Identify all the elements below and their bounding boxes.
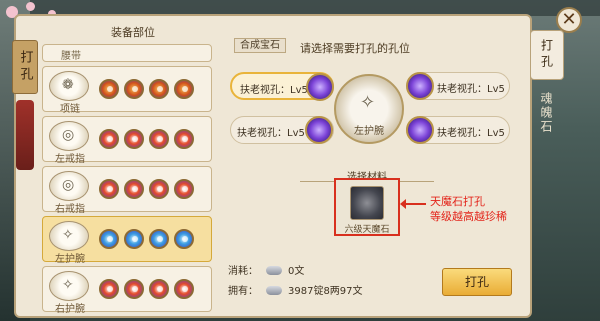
- selected-equipment-name: 左护腕: [354, 126, 384, 137]
- gem-hole[interactable]: 扶老视孔：Lv5: [230, 116, 334, 144]
- ring-icon: ◎: [49, 121, 89, 151]
- hole-label: 扶老视孔：Lv5: [437, 84, 505, 95]
- equipment-slot-list[interactable]: 腰带 ❁ 项链 ◎ 左戒指 ◎ 右戒指 ✧ 左护腕 ✧ 右护腕: [38, 44, 214, 320]
- silver-icon: [266, 266, 282, 275]
- gem-icon: [149, 279, 169, 299]
- cost-row: 消耗： 0文: [228, 262, 304, 277]
- cost-label: 消耗：: [228, 266, 258, 277]
- equipment-slot[interactable]: ❁ 项链: [42, 66, 212, 115]
- purple-gem-icon: [406, 72, 434, 100]
- list-title: 装备部位: [111, 26, 155, 39]
- demon-stone-icon: [350, 186, 384, 220]
- annotation-arrow: [400, 199, 426, 209]
- annotation-text: 天魔石打孔 等级越高越珍稀: [430, 194, 507, 224]
- equipment-slot[interactable]: 腰带: [42, 44, 212, 62]
- instruction-text: 请选择需要打孔的孔位: [300, 42, 410, 55]
- slot-name: 左戒指: [55, 154, 85, 165]
- slot-name: 腰带: [61, 51, 81, 62]
- gem-icon: [149, 129, 169, 149]
- gem-icon: [124, 179, 144, 199]
- purple-gem-icon: [406, 116, 434, 144]
- selected-equipment-display: ✧ 左护腕: [334, 74, 404, 144]
- gem-icon: [99, 129, 119, 149]
- bracer-icon: ✧: [360, 92, 376, 113]
- gem-icon: [99, 179, 119, 199]
- cost-value: 0文: [288, 266, 305, 277]
- blossom-decoration: [26, 2, 35, 11]
- slot-name: 右护腕: [55, 304, 85, 315]
- knot-decoration: [16, 100, 34, 170]
- tab-dig[interactable]: 打孔: [530, 30, 564, 80]
- gem-icon: [149, 179, 169, 199]
- hole-label: 扶老视孔：Lv5: [240, 85, 308, 96]
- gem-icon: [149, 229, 169, 249]
- slot-name: 右戒指: [55, 204, 85, 215]
- gem-icon: [124, 229, 144, 249]
- own-row: 拥有： 3987锭8两97文: [228, 282, 363, 297]
- purple-gem-icon: [305, 116, 333, 144]
- annotation-line: 天魔石打孔: [430, 195, 485, 208]
- gem-icon: [174, 79, 194, 99]
- gem-icon: [124, 279, 144, 299]
- gem-icon: [174, 129, 194, 149]
- slot-name: 项链: [60, 104, 80, 115]
- tab-soul-stone[interactable]: 魂魄石: [538, 92, 555, 134]
- gem-icon: [149, 79, 169, 99]
- gem-icon: [174, 279, 194, 299]
- gem-icon: [124, 129, 144, 149]
- gem-icon: [174, 179, 194, 199]
- own-label: 拥有：: [228, 286, 258, 297]
- ring-icon: ◎: [49, 171, 89, 201]
- hole-label: 扶老视孔：Lv5: [237, 128, 305, 139]
- gem-icon: [99, 279, 119, 299]
- gem-hole[interactable]: 扶老视孔：Lv5: [406, 72, 510, 100]
- own-value: 3987锭8两97文: [288, 286, 363, 297]
- annotation-line: 等级越高越珍稀: [430, 210, 507, 223]
- equipment-slot[interactable]: ◎ 左戒指: [42, 116, 212, 165]
- bracer-icon: ✧: [49, 271, 89, 301]
- compose-gem-tab[interactable]: 合成宝石: [234, 38, 286, 53]
- dig-hole-button[interactable]: 打孔: [442, 268, 512, 296]
- slot-name: 左护腕: [55, 254, 85, 265]
- bracer-icon: ✧: [49, 221, 89, 251]
- material-slot[interactable]: 六级天魔石: [334, 178, 400, 236]
- gem-icon: [124, 79, 144, 99]
- equipment-slot[interactable]: ◎ 右戒指: [42, 166, 212, 215]
- material-label: 六级天魔石: [344, 225, 390, 235]
- hole-label: 扶老视孔：Lv5: [437, 128, 505, 139]
- gem-icon: [99, 79, 119, 99]
- gem-hole-selected[interactable]: 扶老视孔：Lv5: [230, 72, 334, 101]
- gem-icon: [99, 229, 119, 249]
- left-dig-tab[interactable]: 打孔: [12, 40, 38, 94]
- silver-icon: [266, 286, 282, 295]
- purple-gem-icon: [306, 73, 334, 101]
- equipment-slot-selected[interactable]: ✧ 左护腕: [42, 216, 212, 265]
- necklace-icon: ❁: [49, 71, 89, 101]
- gem-icon: [174, 229, 194, 249]
- gem-hole[interactable]: 扶老视孔：Lv5: [406, 116, 510, 144]
- equipment-slot[interactable]: ✧ 右护腕: [42, 266, 212, 315]
